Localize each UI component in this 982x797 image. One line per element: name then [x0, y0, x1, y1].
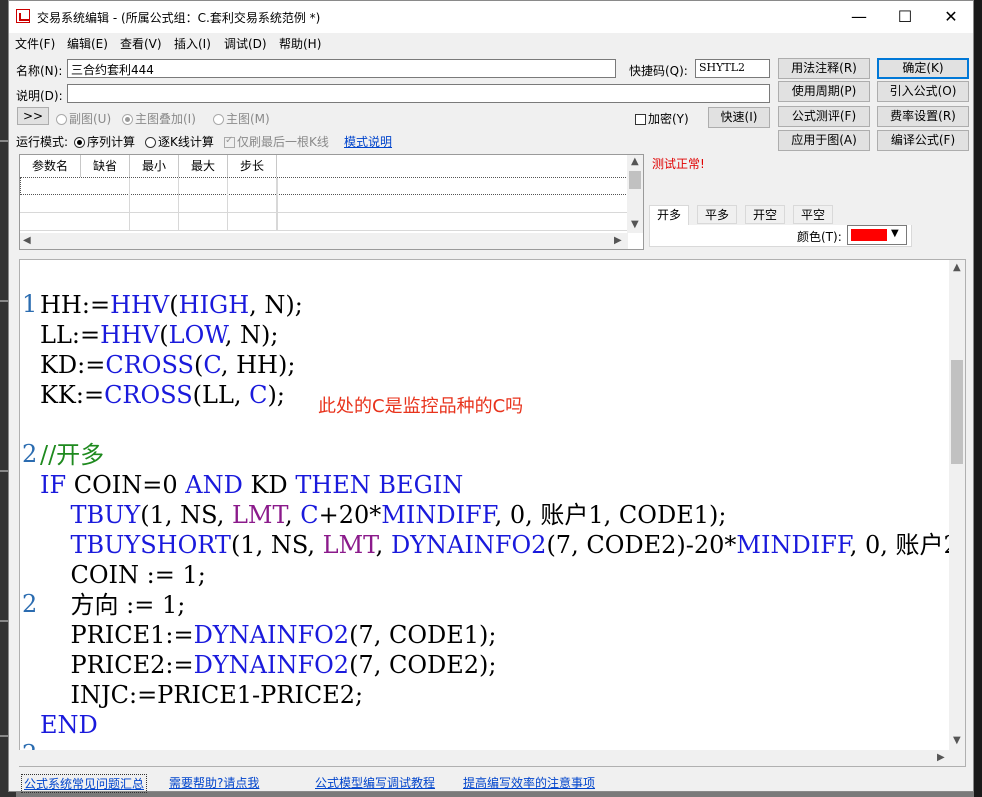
background-app-right [974, 0, 982, 797]
tab-close-long[interactable]: 平多 [697, 205, 738, 224]
test-status-text: 测试正常! [652, 157, 705, 171]
tab-open-long[interactable]: 开多 [649, 205, 690, 226]
radio-circle [213, 114, 224, 125]
menu-debug[interactable]: 调试(D) [224, 35, 267, 52]
radio-circle [56, 114, 67, 125]
usage-notes-button[interactable]: 用法注释(R) [778, 58, 870, 79]
scroll-up-icon[interactable]: ▲ [631, 156, 639, 167]
tutorial-link[interactable]: 公式模型编写调试教程 [315, 774, 435, 791]
radio-bar-calc[interactable]: 逐K线计算 [145, 133, 214, 150]
formula-editor-window: 交易系统编辑 - (所属公式组：C.套利交易系统范例 *) — ☐ ✕ 文件(F… [8, 0, 974, 793]
radio-circle [122, 114, 133, 125]
menu-edit[interactable]: 编辑(E) [67, 35, 108, 52]
menu-insert[interactable]: 插入(I) [174, 35, 211, 52]
params-col-default[interactable]: 缺省 [81, 155, 130, 177]
name-label: 名称(N): [16, 64, 63, 78]
radio-series-calc[interactable]: 序列计算 [74, 133, 135, 150]
line-number: 2 [22, 440, 38, 468]
quick-button[interactable]: 快速(I) [708, 107, 770, 128]
editor-vertical-scrollbar[interactable]: ▲ ▼ [949, 260, 965, 766]
scroll-up-icon[interactable]: ▲ [953, 262, 961, 273]
apply-to-chart-button[interactable]: 应用于图(A) [778, 130, 870, 151]
color-label: 颜色(T): [797, 230, 842, 244]
line-number: 2 [22, 590, 38, 618]
radio-main-chart[interactable]: 主图(M) [213, 110, 270, 127]
radio-subchart[interactable]: 副图(U) [56, 110, 111, 127]
table-row[interactable] [20, 177, 628, 196]
radio-series-calc-label: 序列计算 [87, 135, 136, 149]
mode-help-link[interactable]: 模式说明 [344, 133, 392, 150]
compile-formula-button[interactable]: 编译公式(F) [877, 130, 969, 151]
minimize-button[interactable]: — [836, 1, 882, 33]
formula-eval-button[interactable]: 公式测评(F) [778, 106, 870, 127]
maximize-button[interactable]: ☐ [882, 1, 928, 33]
scroll-down-icon[interactable]: ▼ [953, 735, 961, 746]
scroll-down-icon[interactable]: ▼ [631, 219, 639, 230]
description-input[interactable] [67, 84, 770, 103]
status-bar: 公式系统常见问题汇总 需要帮助?请点我 公式模型编写调试教程 提高编写效率的注意… [9, 771, 973, 793]
window-title: 交易系统编辑 - (所属公式组：C.套利交易系统范例 *) [37, 11, 321, 25]
shortcut-input[interactable]: SHYTL2 [695, 59, 770, 78]
radio-subchart-label: 副图(U) [69, 112, 112, 126]
code-text[interactable]: HH:=HHV(HIGH, N); LL:=HHV(LOW, N); KD:=C… [40, 290, 965, 740]
color-swatch [851, 229, 887, 241]
color-select[interactable]: ▼ [847, 225, 907, 245]
scroll-right-icon[interactable]: ▶ [937, 752, 945, 763]
description-label: 说明(D): [16, 89, 63, 103]
encrypt-checkbox[interactable]: 加密(Y) [635, 110, 689, 127]
params-vertical-scrollbar[interactable]: ▲ ▼ [627, 155, 643, 233]
expand-button[interactable]: >> [17, 107, 49, 125]
annotation-note: 此处的C是监控品种的C吗 [318, 396, 524, 417]
scroll-left-icon[interactable]: ◀ [23, 235, 31, 246]
radio-main-overlay-label: 主图叠加(I) [135, 112, 196, 126]
line-number: 1 [22, 290, 38, 318]
app-icon [16, 9, 30, 23]
scroll-right-icon[interactable]: ▶ [614, 235, 622, 246]
params-col-step[interactable]: 步长 [228, 155, 277, 177]
table-row[interactable] [20, 213, 628, 231]
scroll-thumb[interactable] [951, 360, 963, 464]
line-number-gutter: 1 2 2 2 [20, 260, 40, 766]
code-editor[interactable]: 1 2 2 2 HH:=HHV(HIGH, N); LL:=HHV(LOW, N… [19, 259, 966, 767]
radio-main-overlay[interactable]: 主图叠加(I) [122, 110, 196, 127]
tab-close-short[interactable]: 平空 [793, 205, 834, 224]
menu-file[interactable]: 文件(F) [15, 35, 55, 52]
tab-open-short[interactable]: 开空 [745, 205, 786, 224]
radio-bar-calc-label: 逐K线计算 [158, 135, 214, 149]
last-bar-label: 仅刷最后一根K线 [237, 135, 329, 149]
efficiency-tips-link[interactable]: 提高编写效率的注意事项 [463, 774, 595, 791]
chevron-down-icon: ▼ [891, 228, 899, 239]
ok-button[interactable]: 确定(K) [877, 58, 969, 79]
use-period-button[interactable]: 使用周期(P) [778, 81, 870, 102]
params-col-min[interactable]: 最小 [130, 155, 179, 177]
encrypt-label: 加密(Y) [648, 112, 689, 126]
params-table: 参数名 缺省 最小 最大 步长 ▲ ▼ ◀ ▶ [19, 154, 644, 250]
menu-view[interactable]: 查看(V) [120, 35, 162, 52]
params-horizontal-scrollbar[interactable]: ◀ ▶ [20, 233, 628, 249]
last-bar-checkbox[interactable]: 仅刷最后一根K线 [224, 133, 329, 150]
faq-link[interactable]: 公式系统常见问题汇总 [21, 774, 148, 793]
table-row[interactable] [20, 195, 628, 213]
menu-help[interactable]: 帮助(H) [279, 35, 321, 52]
run-mode-label: 运行模式: [16, 135, 69, 149]
scroll-thumb[interactable] [629, 171, 641, 189]
shortcut-label: 快捷码(Q): [629, 64, 688, 78]
name-input[interactable]: 三合约套利444 [67, 59, 616, 78]
import-formula-button[interactable]: 引入公式(O) [877, 81, 969, 102]
params-col-max[interactable]: 最大 [179, 155, 228, 177]
radio-circle [74, 137, 85, 148]
fee-settings-button[interactable]: 费率设置(R) [877, 106, 969, 127]
params-col-name[interactable]: 参数名 [20, 155, 81, 177]
editor-horizontal-scrollbar[interactable]: ▶ [19, 750, 949, 766]
checkbox-box [635, 114, 646, 125]
checkbox-box [224, 135, 235, 148]
radio-circle [145, 137, 156, 148]
menu-bar: 文件(F) 编辑(E) 查看(V) 插入(I) 调试(D) 帮助(H) [9, 33, 973, 53]
radio-main-chart-label: 主图(M) [226, 112, 270, 126]
close-button[interactable]: ✕ [928, 1, 974, 33]
help-link[interactable]: 需要帮助?请点我 [169, 774, 259, 791]
title-bar[interactable]: 交易系统编辑 - (所属公式组：C.套利交易系统范例 *) — ☐ ✕ [9, 1, 973, 33]
